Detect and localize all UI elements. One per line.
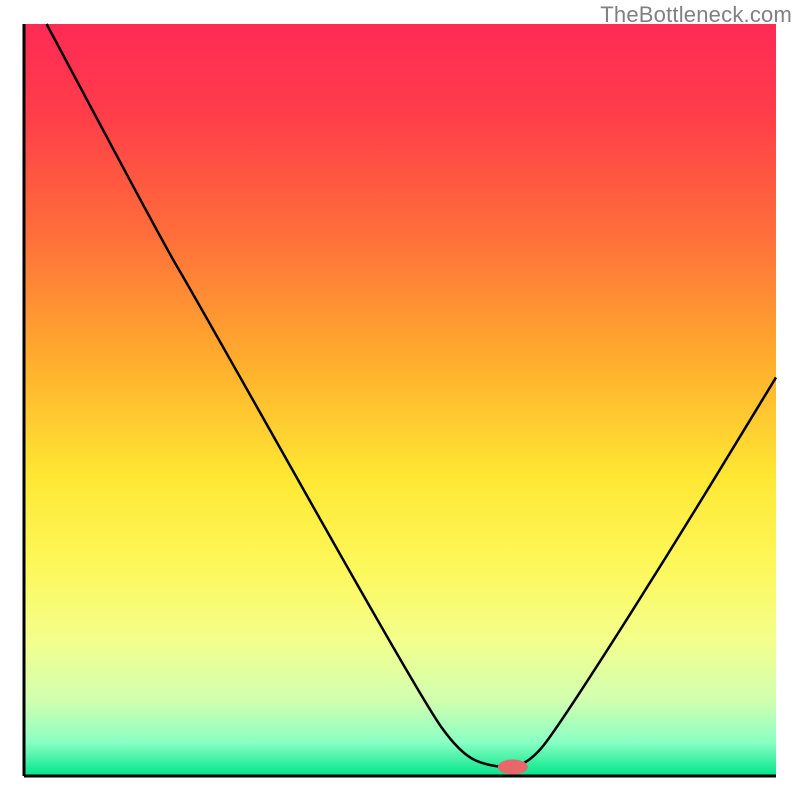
watermark-text: TheBottleneck.com: [600, 2, 792, 28]
optimal-marker: [498, 759, 528, 774]
gradient-background: [24, 24, 776, 776]
bottleneck-chart: [0, 0, 800, 800]
chart-container: { "watermark": "TheBottleneck.com", "cha…: [0, 0, 800, 800]
